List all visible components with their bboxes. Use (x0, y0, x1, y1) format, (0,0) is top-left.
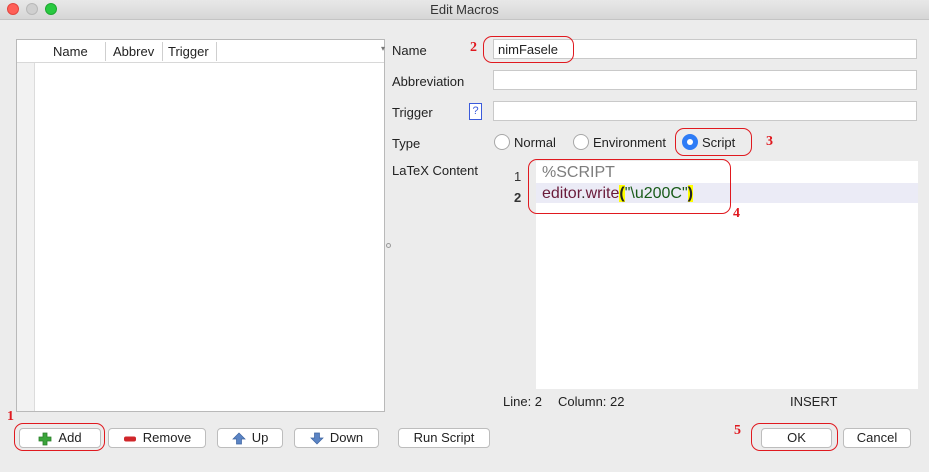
annotation-number: 4 (733, 206, 740, 221)
column-header-name[interactable]: Name (53, 44, 88, 59)
macro-list-table[interactable]: Name Abbrev Trigger (16, 39, 385, 412)
cancel-button[interactable]: Cancel (843, 428, 911, 448)
up-button[interactable]: Up (217, 428, 283, 448)
status-column: Column: 22 (558, 394, 625, 409)
macro-list-body[interactable] (35, 64, 384, 411)
type-label: Type (392, 136, 421, 151)
splitter-handle[interactable] (386, 243, 391, 248)
column-header-trigger[interactable]: Trigger (168, 44, 209, 59)
column-menu-icon[interactable]: ▾ (381, 44, 385, 53)
status-line: Line: 2 (503, 394, 543, 409)
type-radio-normal-label[interactable]: Normal (514, 135, 556, 150)
type-radio-normal[interactable] (494, 134, 510, 150)
column-divider[interactable] (105, 42, 106, 61)
down-button[interactable]: Down (294, 428, 379, 448)
type-radio-environment-label[interactable]: Environment (593, 135, 666, 150)
up-button-label: Up (251, 430, 269, 445)
name-label: Name (392, 43, 427, 58)
column-divider[interactable] (216, 42, 217, 61)
annotation-outline-code (528, 159, 731, 214)
annotation-outline-name (483, 36, 574, 63)
annotation-number: 1 (7, 409, 14, 424)
annotation-outline-add (14, 423, 105, 451)
run-script-button[interactable]: Run Script (398, 428, 490, 448)
remove-button-label: Remove (142, 430, 192, 445)
annotation-number: 5 (734, 423, 741, 438)
annotation-outline-script (675, 128, 752, 156)
abbreviation-label: Abbreviation (392, 74, 465, 89)
status-mode: INSERT (790, 394, 838, 409)
line-number: 2 (514, 190, 522, 205)
trigger-field[interactable] (493, 101, 917, 121)
type-radio-environment[interactable] (573, 134, 589, 150)
abbreviation-field[interactable] (493, 70, 917, 90)
remove-button[interactable]: Remove (108, 428, 206, 448)
window-title: Edit Macros (430, 2, 499, 17)
down-button-label: Down (329, 430, 364, 445)
arrow-up-icon (231, 432, 246, 445)
trigger-label: Trigger (392, 105, 433, 120)
annotation-outline-ok (751, 423, 838, 451)
column-divider[interactable] (162, 42, 163, 61)
trigger-help-button[interactable]: ? (469, 103, 482, 120)
column-header-abbrev[interactable]: Abbrev (113, 44, 154, 59)
arrow-down-icon (310, 432, 324, 445)
line-number: 1 (514, 169, 522, 184)
title-bar: Edit Macros (0, 0, 929, 20)
row-header-gutter (17, 40, 35, 411)
minus-icon (123, 436, 136, 442)
latex-content-label: LaTeX Content (392, 163, 479, 178)
annotation-number: 3 (766, 134, 773, 149)
annotation-number: 2 (470, 40, 477, 55)
table-header: Name Abbrev Trigger (17, 40, 384, 63)
